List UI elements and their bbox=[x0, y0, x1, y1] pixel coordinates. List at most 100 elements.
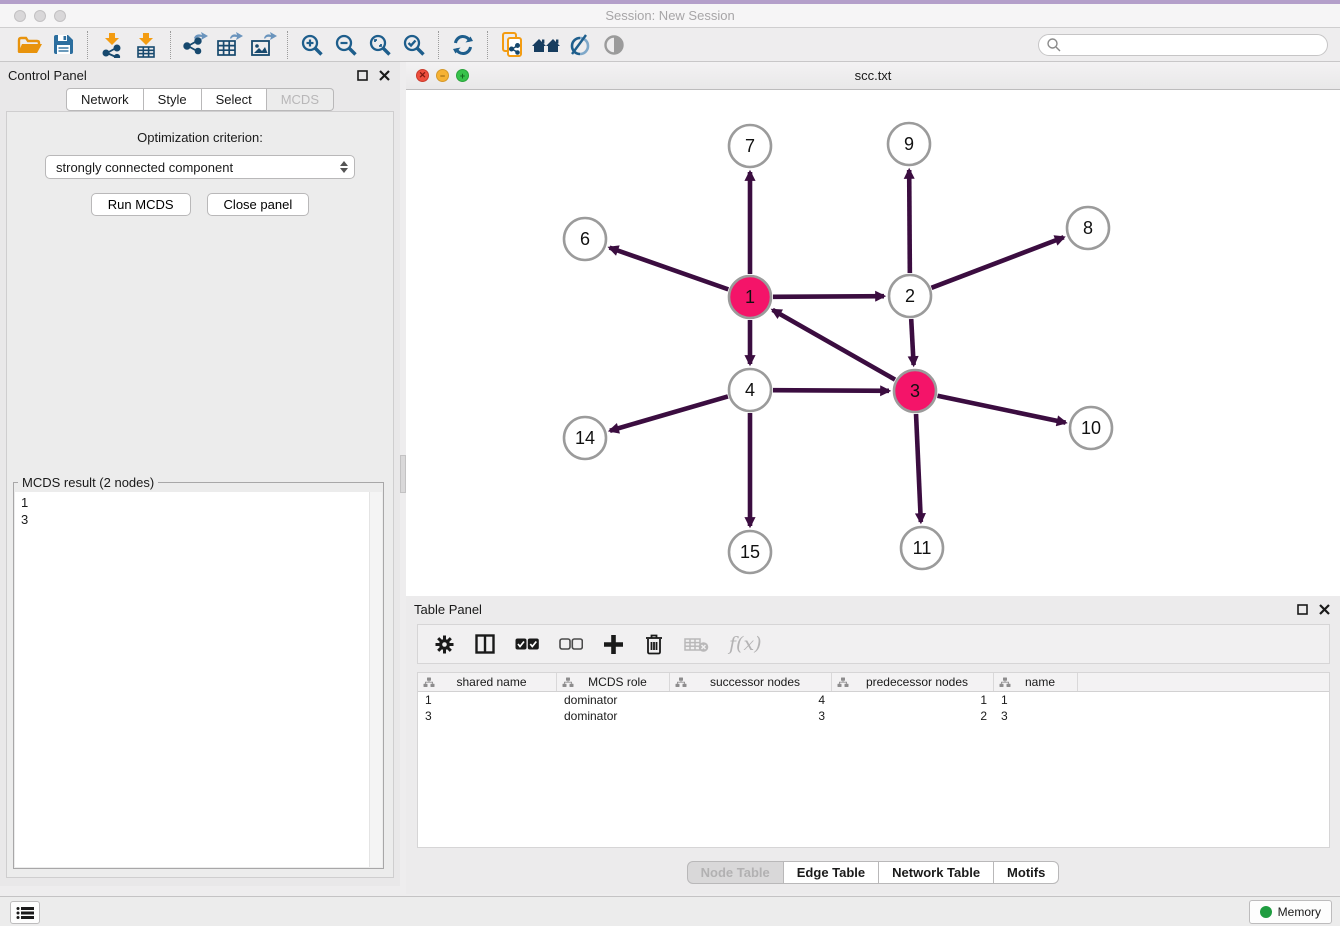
function-builder-disabled-icon: f(x) bbox=[729, 633, 762, 655]
graph-node-3[interactable]: 3 bbox=[894, 370, 936, 412]
split-panel-icon[interactable] bbox=[475, 634, 495, 654]
table-cell[interactable]: dominator bbox=[557, 693, 670, 707]
table-cell[interactable]: 1 bbox=[418, 693, 557, 707]
svg-text:8: 8 bbox=[1083, 218, 1093, 238]
close-panel-button[interactable]: Close panel bbox=[207, 193, 310, 216]
open-session-button[interactable] bbox=[12, 30, 46, 60]
graph-edge-2-8[interactable] bbox=[931, 237, 1063, 288]
hide-graphics-details-button[interactable] bbox=[563, 30, 597, 60]
export-network-button[interactable] bbox=[178, 30, 212, 60]
graph-edge-4-14[interactable] bbox=[610, 396, 728, 430]
column-header-MCDS-role[interactable]: MCDS role bbox=[557, 673, 670, 691]
table-cell[interactable]: 2 bbox=[832, 709, 994, 723]
apply-layout-button[interactable] bbox=[446, 30, 480, 60]
svg-text:6: 6 bbox=[580, 229, 590, 249]
zoom-in-icon bbox=[300, 33, 324, 57]
show-graphics-details-button[interactable] bbox=[597, 30, 631, 60]
float-table-panel-icon[interactable] bbox=[1294, 601, 1310, 617]
close-panel-icon[interactable] bbox=[376, 67, 392, 83]
save-session-button[interactable] bbox=[46, 30, 80, 60]
tab-network-table[interactable]: Network Table bbox=[879, 861, 994, 884]
export-image-button[interactable] bbox=[246, 30, 280, 60]
mcds-result-textarea[interactable]: 1 3 bbox=[15, 492, 382, 867]
graph-node-1[interactable]: 1 bbox=[729, 276, 771, 318]
tab-style[interactable]: Style bbox=[144, 88, 202, 111]
import-network-button[interactable] bbox=[95, 30, 129, 60]
graph-edge-4-3[interactable] bbox=[773, 390, 889, 391]
clone-network-button[interactable] bbox=[495, 30, 529, 60]
table-cell[interactable]: 1 bbox=[994, 693, 1078, 707]
zoom-out-button[interactable] bbox=[329, 30, 363, 60]
tab-mcds[interactable]: MCDS bbox=[267, 88, 334, 111]
delete-table-disabled-icon bbox=[684, 635, 709, 653]
graph-node-9[interactable]: 9 bbox=[888, 123, 930, 165]
table-cell[interactable]: 1 bbox=[832, 693, 994, 707]
optimization-criterion-dropdown[interactable]: strongly connected component bbox=[45, 155, 355, 179]
table-row[interactable]: 3dominator323 bbox=[418, 708, 1329, 724]
table-cell[interactable]: 3 bbox=[670, 709, 832, 723]
table-cell[interactable]: dominator bbox=[557, 709, 670, 723]
float-panel-icon[interactable] bbox=[354, 67, 370, 83]
deselect-all-checkboxes-icon[interactable] bbox=[559, 638, 583, 650]
graph-node-8[interactable]: 8 bbox=[1067, 207, 1109, 249]
search-input[interactable] bbox=[1038, 34, 1328, 56]
command-list-button[interactable] bbox=[10, 901, 40, 924]
table-cell[interactable]: 4 bbox=[670, 693, 832, 707]
import-table-button[interactable] bbox=[129, 30, 163, 60]
zoom-selected-button[interactable] bbox=[397, 30, 431, 60]
network-canvas[interactable]: 7 9 6 8 1 2 4 3 14 10 15 11 bbox=[406, 90, 1340, 596]
graph-edge-1-2[interactable] bbox=[773, 296, 884, 297]
graph-edge-2-9[interactable] bbox=[909, 170, 910, 273]
column-header-predecessor-nodes[interactable]: predecessor nodes bbox=[832, 673, 994, 691]
table-cell[interactable]: 3 bbox=[418, 709, 557, 723]
zoom-in-button[interactable] bbox=[295, 30, 329, 60]
toolbar-separator bbox=[287, 31, 288, 59]
delete-column-trash-icon[interactable] bbox=[644, 633, 664, 655]
tab-network[interactable]: Network bbox=[66, 88, 144, 111]
graph-edge-3-10[interactable] bbox=[938, 396, 1066, 423]
graph-edge-2-3[interactable] bbox=[911, 319, 913, 365]
graph-edge-1-6[interactable] bbox=[610, 248, 729, 290]
first-neighbors-button[interactable] bbox=[529, 30, 563, 60]
svg-text:10: 10 bbox=[1081, 418, 1101, 438]
tab-select[interactable]: Select bbox=[202, 88, 267, 111]
table-panel-header: Table Panel bbox=[406, 596, 1340, 622]
close-table-panel-icon[interactable] bbox=[1316, 601, 1332, 617]
memory-button[interactable]: Memory bbox=[1249, 900, 1332, 924]
run-mcds-button[interactable]: Run MCDS bbox=[91, 193, 191, 216]
tab-node-table[interactable]: Node Table bbox=[687, 861, 784, 884]
column-header-shared-name[interactable]: shared name bbox=[418, 673, 557, 691]
table-settings-gear-icon[interactable] bbox=[434, 634, 455, 655]
graph-node-14[interactable]: 14 bbox=[564, 417, 606, 459]
app-titlebar: Session: New Session bbox=[0, 4, 1340, 28]
column-header-successor-nodes[interactable]: successor nodes bbox=[670, 673, 832, 691]
eye-disabled-icon bbox=[602, 33, 626, 57]
table-cell[interactable]: 3 bbox=[994, 709, 1078, 723]
zoom-fit-button[interactable] bbox=[363, 30, 397, 60]
tab-motifs[interactable]: Motifs bbox=[994, 861, 1059, 884]
graph-node-10[interactable]: 10 bbox=[1070, 407, 1112, 449]
table-row[interactable]: 1dominator411 bbox=[418, 692, 1329, 708]
graph-edge-3-1[interactable] bbox=[773, 310, 895, 380]
select-all-checkboxes-icon[interactable] bbox=[515, 638, 539, 650]
graph-node-2[interactable]: 2 bbox=[889, 275, 931, 317]
graph-node-7[interactable]: 7 bbox=[729, 125, 771, 167]
node-table: shared nameMCDS rolesuccessor nodesprede… bbox=[417, 672, 1330, 848]
svg-text:4: 4 bbox=[745, 380, 755, 400]
export-table-icon bbox=[216, 32, 243, 58]
add-column-icon[interactable] bbox=[603, 634, 624, 655]
graph-node-15[interactable]: 15 bbox=[729, 531, 771, 573]
graph-node-11[interactable]: 11 bbox=[901, 527, 943, 569]
column-header-name[interactable]: name bbox=[994, 673, 1078, 691]
network-graph: 7 9 6 8 1 2 4 3 14 10 15 11 bbox=[406, 90, 1340, 596]
network-view-window: ✕ − + scc.txt 7968124314101511 bbox=[406, 62, 1340, 596]
graph-edge-3-11[interactable] bbox=[916, 414, 921, 522]
tab-edge-table[interactable]: Edge Table bbox=[784, 861, 879, 884]
save-floppy-icon bbox=[52, 33, 75, 56]
graph-node-4[interactable]: 4 bbox=[729, 369, 771, 411]
graph-node-6[interactable]: 6 bbox=[564, 218, 606, 260]
main-toolbar bbox=[0, 28, 1340, 62]
result-scrollbar[interactable] bbox=[369, 492, 382, 867]
export-table-button[interactable] bbox=[212, 30, 246, 60]
zoom-out-icon bbox=[334, 33, 358, 57]
